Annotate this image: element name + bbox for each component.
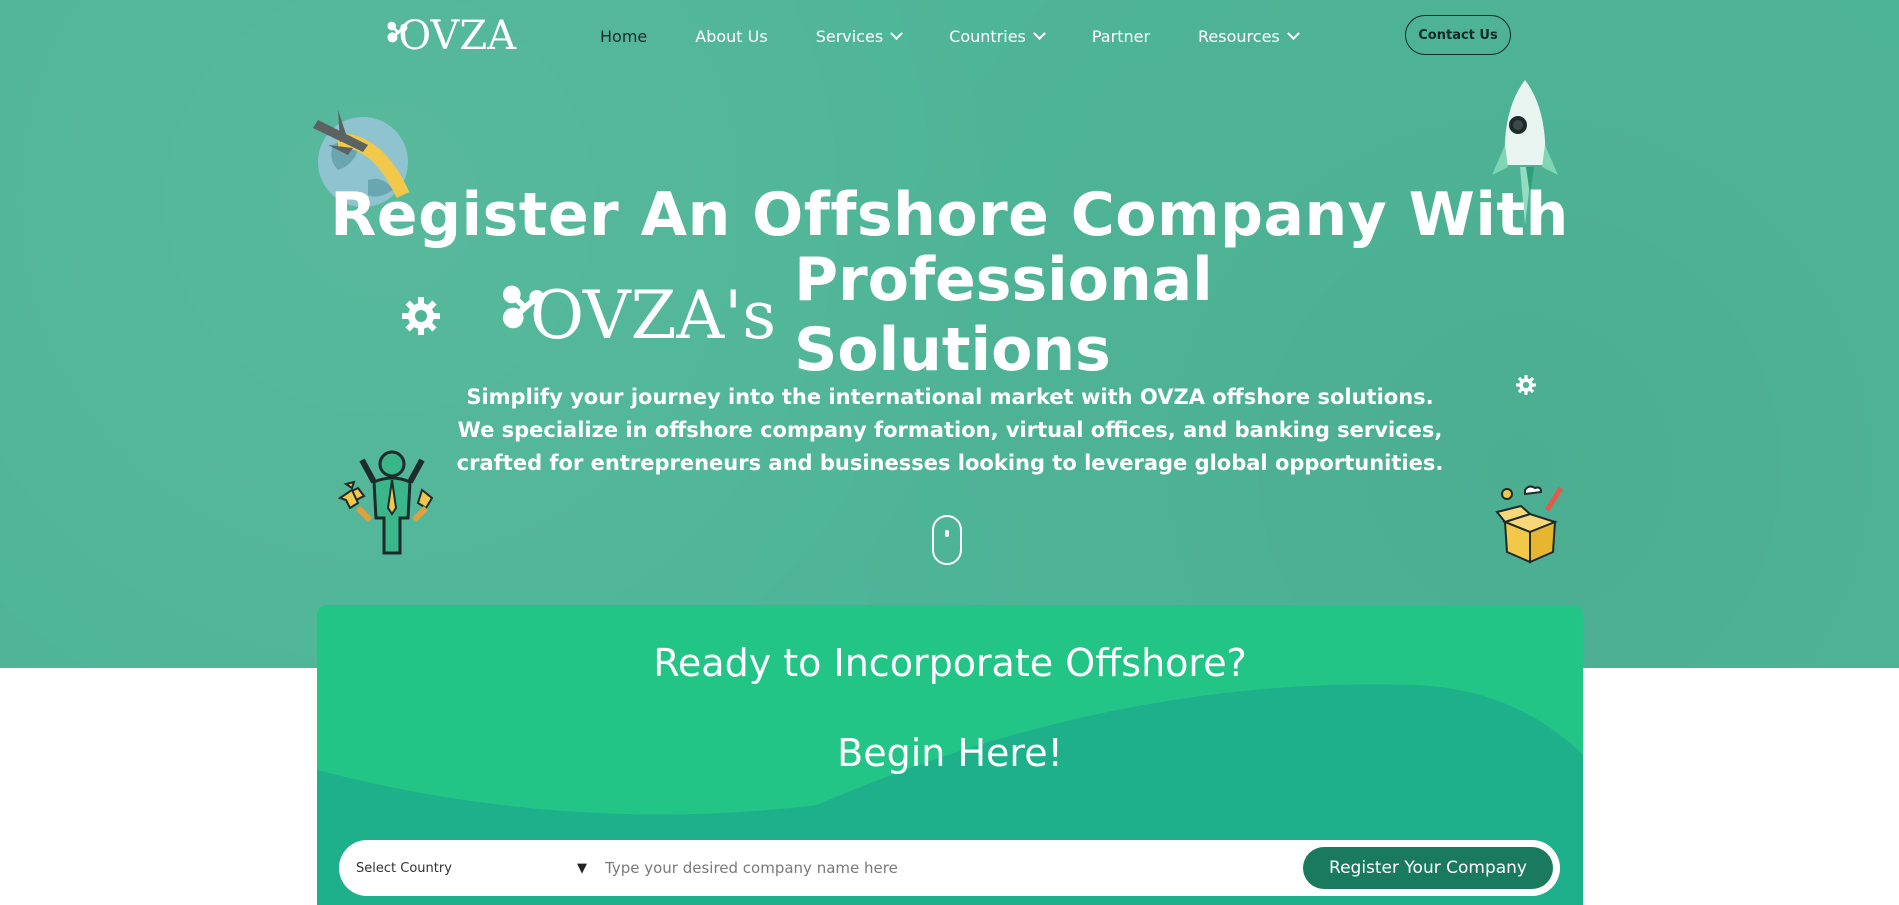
ovza-logo-mark-icon	[387, 21, 408, 43]
nav-countries-label: Countries	[949, 26, 1026, 46]
nav-partner-label: Partner	[1091, 26, 1151, 46]
hero-subtitle: Simplify your journey into the internati…	[456, 385, 1444, 475]
logo-text: OVZA	[398, 13, 516, 59]
hero-brand-text: OVZA's	[530, 276, 777, 354]
register-company-button[interactable]: Register Your Company	[1303, 847, 1553, 889]
main-nav: Home About Us Services Countries Partner…	[600, 22, 1346, 50]
contact-us-button[interactable]: Contact Us	[1405, 15, 1511, 55]
gear-icon	[402, 297, 440, 335]
country-select[interactable]: Select Country ▼	[339, 840, 595, 896]
chevron-down-icon	[890, 26, 904, 40]
achiever-icon	[338, 450, 434, 555]
nav-services[interactable]: Services	[815, 26, 904, 46]
incorporation-card: Ready to Incorporate Offshore? Begin Her…	[317, 605, 1583, 905]
card-subtitle: Begin Here!	[837, 731, 1063, 775]
hero-section: OVZA Home About Us Services Countries Pa…	[0, 0, 1899, 668]
nav-home-label: Home	[600, 26, 648, 46]
nav-about-us[interactable]: About Us	[695, 27, 767, 46]
hero-title-line1: Register An Offshore Company With	[330, 180, 1569, 250]
card-title: Ready to Incorporate Offshore?	[653, 641, 1247, 685]
nav-countries[interactable]: Countries	[949, 26, 1046, 46]
company-name-input[interactable]	[595, 847, 1303, 889]
chevron-down-icon	[1286, 26, 1300, 40]
dropdown-arrow-icon: ▼	[577, 860, 587, 876]
nav-services-label: Services	[815, 26, 884, 46]
nav-resources-label: Resources	[1198, 26, 1280, 46]
hero-title-rest: Professional Solutions	[794, 245, 1213, 385]
idea-box-icon	[1495, 485, 1564, 564]
gear-icon	[1516, 375, 1536, 395]
country-select-value: Select Country	[356, 860, 452, 876]
scroll-mouse-icon[interactable]	[932, 515, 962, 565]
company-search-form: Select Country ▼ Register Your Company	[339, 840, 1560, 896]
nav-about-us-label: About Us	[695, 26, 768, 46]
hero-title-line2: OVZA's Professional Solutions	[500, 245, 1460, 385]
hero-brand: OVZA's	[500, 277, 776, 354]
nav-home[interactable]: Home	[600, 27, 647, 46]
chevron-down-icon	[1033, 26, 1046, 40]
ovza-logo[interactable]: OVZA	[386, 12, 516, 60]
nav-partner[interactable]: Partner	[1092, 27, 1150, 46]
nav-resources[interactable]: Resources	[1198, 26, 1300, 46]
